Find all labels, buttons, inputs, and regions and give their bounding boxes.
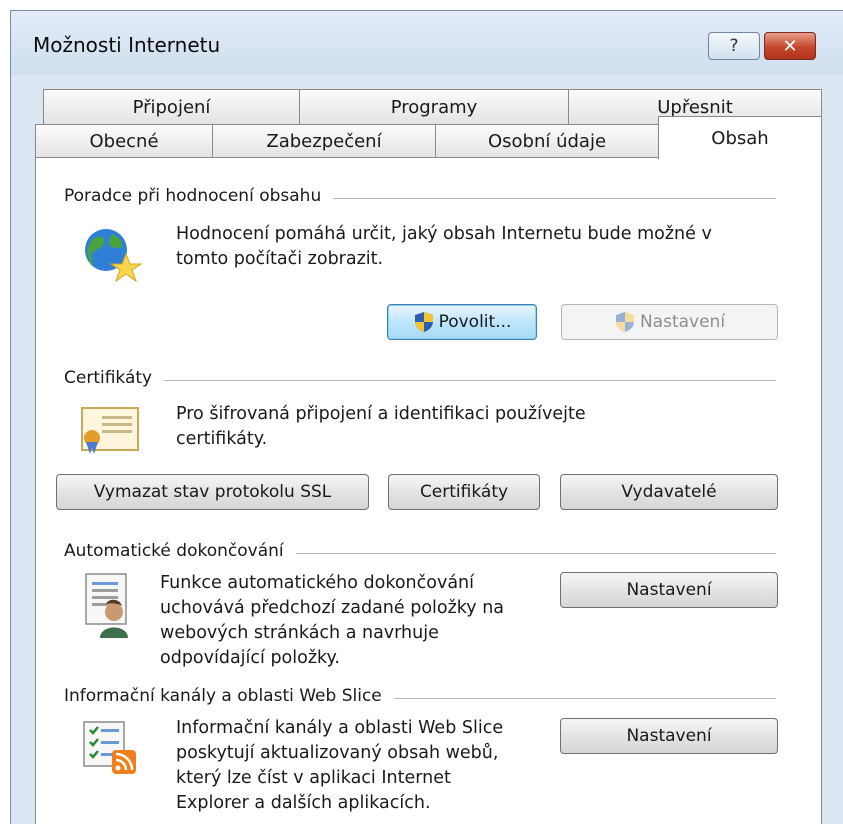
help-icon: ?	[729, 36, 739, 56]
globe-star-icon	[85, 229, 142, 283]
feeds-description-4: Explorer a dalších aplikacích.	[176, 793, 431, 813]
autocomplete-description-4: odpovídající položky.	[160, 648, 340, 668]
autocomplete-user-icon	[85, 573, 128, 638]
autocomplete-description-1: Funkce automatického dokončování	[160, 573, 475, 593]
tab-obecne[interactable]: Obecné	[35, 124, 213, 159]
button-label: Vydavatelé	[621, 482, 717, 502]
content-advisor-description-1: Hodnocení pomáhá určit, jaký obsah Inter…	[176, 224, 712, 244]
enable-content-advisor-button[interactable]: Povolit...	[387, 304, 537, 340]
clear-ssl-state-button[interactable]: Vymazat stav protokolu SSL	[56, 474, 369, 510]
tab-label: Obsah	[711, 127, 769, 149]
tab-label: Upřesnit	[657, 96, 733, 118]
autocomplete-settings-button[interactable]: Nastavení	[560, 572, 778, 608]
tab-zabezpeceni[interactable]: Zabezpečení	[212, 124, 436, 159]
button-label: Nastavení	[626, 580, 712, 600]
close-button[interactable]: ✕	[764, 32, 816, 60]
certificates-description-2: certifikáty.	[176, 429, 268, 449]
tab-label: Připojení	[132, 96, 211, 118]
uac-shield-icon	[615, 312, 634, 332]
autocomplete-description-3: webových stránkách a navrhuje	[160, 623, 439, 643]
tab-label: Programy	[390, 96, 478, 118]
tab-label: Zabezpečení	[266, 131, 382, 152]
certificates-description-1: Pro šifrovaná připojení a identifikaci p…	[176, 404, 586, 424]
autocomplete-description-2: uchovává předchozí zadané položky na	[160, 598, 505, 618]
tab-label: Osobní údaje	[487, 131, 607, 152]
tab-programy[interactable]: Programy	[299, 89, 569, 125]
certificates-title: Certifikáty	[64, 368, 165, 388]
certificates-button[interactable]: Certifikáty	[388, 474, 540, 510]
tab-pripojeni[interactable]: Připojení	[43, 89, 300, 125]
tab-label: Obecné	[89, 131, 159, 152]
rss-feed-icon	[83, 721, 136, 774]
group-divider	[64, 380, 776, 381]
window-title: Možnosti Internetu	[33, 33, 221, 57]
button-label: Certifikáty	[419, 482, 509, 502]
content-advisor-description-2: tomto počítači zobrazit.	[176, 249, 384, 269]
close-icon: ✕	[782, 35, 798, 57]
feeds-description-2: poskytují aktualizovaný obsah webů,	[176, 743, 499, 763]
content-advisor-settings-button[interactable]: Nastavení	[561, 304, 778, 340]
feeds-settings-button[interactable]: Nastavení	[560, 718, 778, 754]
tab-obsah[interactable]: Obsah	[658, 116, 822, 159]
feeds-description-3: který lze číst v aplikaci Internet	[176, 768, 451, 788]
publishers-button[interactable]: Vydavatelé	[560, 474, 778, 510]
uac-shield-icon	[414, 312, 433, 332]
button-label: Povolit...	[438, 312, 512, 332]
tab-osobni-udaje[interactable]: Osobní údaje	[435, 124, 659, 159]
content-advisor-title: Poradce při hodnocení obsahu	[64, 186, 334, 206]
internet-options-dialog: Možnosti Internetu ? ✕ Připojení Program…	[10, 10, 843, 824]
autocomplete-title: Automatické dokončování	[64, 541, 296, 561]
button-label: Nastavení	[639, 312, 726, 332]
button-label: Nastavení	[626, 726, 712, 746]
feeds-description-1: Informační kanály a oblasti Web Slice	[176, 718, 504, 738]
button-label: Vymazat stav protokolu SSL	[93, 482, 332, 502]
feeds-title: Informační kanály a oblasti Web Slice	[64, 686, 394, 706]
content-tab-panel: Poradce při hodnocení obsahu Hodnocení p…	[35, 157, 822, 824]
title-bar: Možnosti Internetu ? ✕	[11, 11, 843, 75]
certificate-icon	[81, 407, 139, 454]
help-button[interactable]: ?	[708, 32, 760, 60]
